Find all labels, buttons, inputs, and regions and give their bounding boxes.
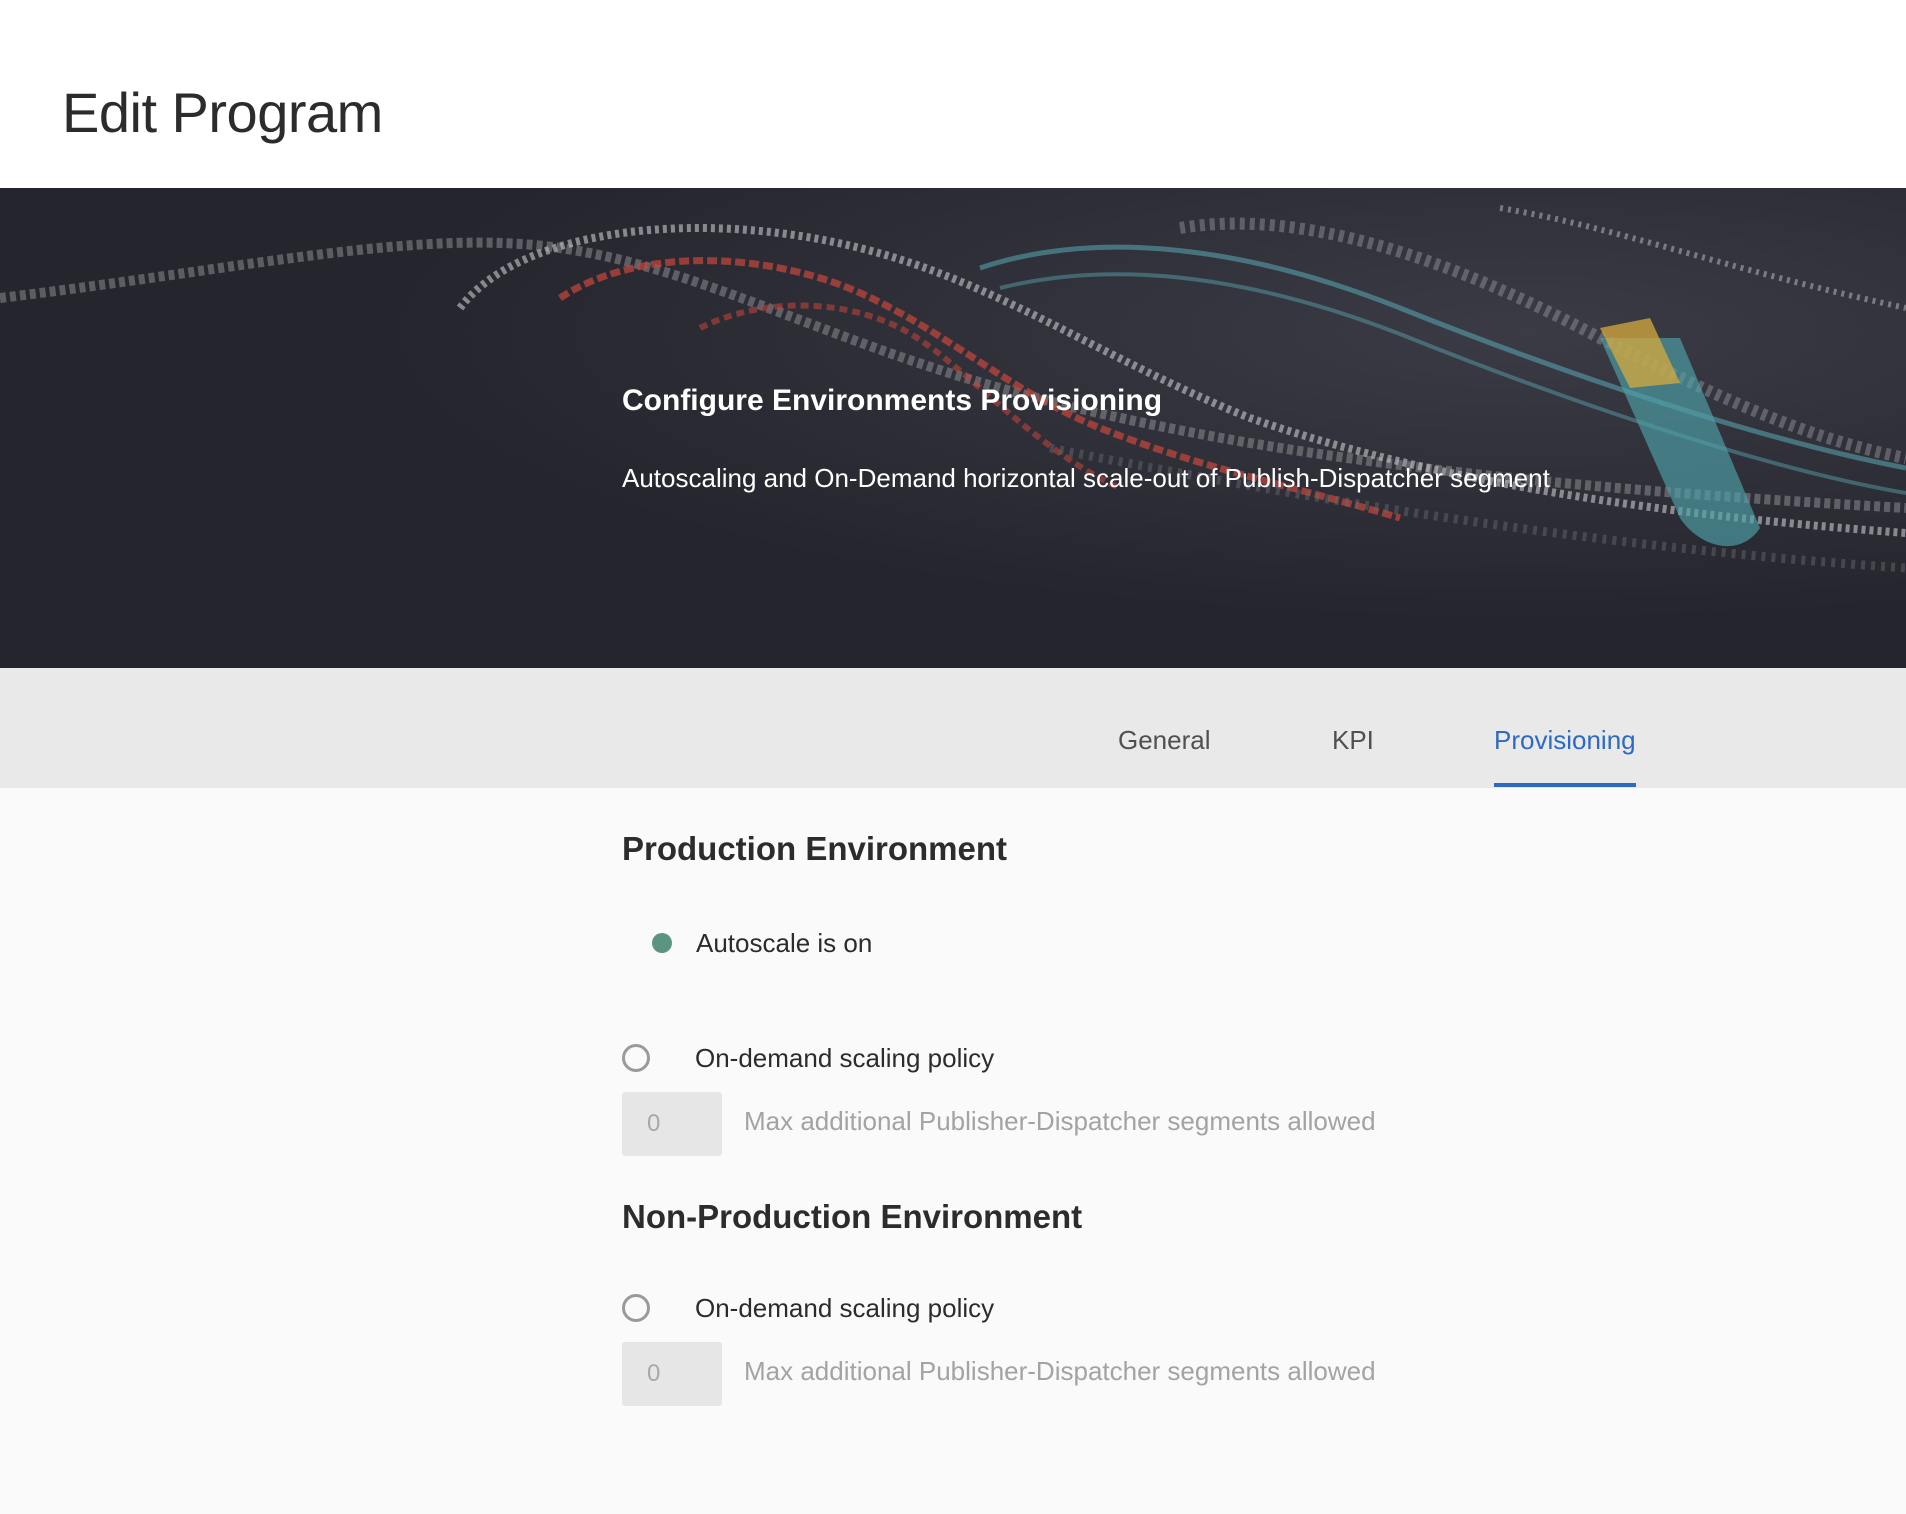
hero-subtitle: Autoscaling and On-Demand horizontal sca… [622, 463, 1550, 493]
non-production-on-demand-label: On-demand scaling policy [695, 1292, 995, 1323]
production-max-segments-input[interactable] [622, 1092, 722, 1156]
autoscale-status-label: Autoscale is on [696, 927, 873, 958]
provisioning-panel: Production Environment Autoscale is on O… [0, 788, 1906, 1514]
tab-kpi[interactable]: KPI [1332, 725, 1374, 787]
hero-banner: Configure Environments Provisioning Auto… [0, 188, 1906, 668]
production-section-title: Production Environment [622, 830, 1008, 867]
page-header: Edit Program [0, 0, 1906, 188]
non-production-section-title: Non-Production Environment [622, 1198, 1083, 1235]
production-on-demand-label: On-demand scaling policy [695, 1042, 995, 1073]
tab-general[interactable]: General [1118, 725, 1211, 787]
status-dot-icon [652, 933, 672, 953]
page-title: Edit Program [62, 81, 383, 144]
tab-provisioning[interactable]: Provisioning [1494, 725, 1636, 787]
production-on-demand-radio[interactable]: On-demand scaling policy [622, 1040, 994, 1076]
non-production-on-demand-radio[interactable]: On-demand scaling policy [622, 1290, 994, 1326]
tab-bar: General KPI Provisioning [0, 668, 1906, 788]
non-production-max-segments-help: Max additional Publisher-Dispatcher segm… [744, 1356, 1376, 1386]
autoscale-status: Autoscale is on [652, 925, 872, 961]
non-production-max-segments-input[interactable] [622, 1342, 722, 1406]
radio-unchecked-icon[interactable] [622, 1044, 650, 1072]
hero-background-art [0, 188, 1906, 668]
radio-unchecked-icon[interactable] [622, 1294, 650, 1322]
production-max-segments-help: Max additional Publisher-Dispatcher segm… [744, 1106, 1376, 1136]
hero-title: Configure Environments Provisioning [622, 384, 1163, 417]
